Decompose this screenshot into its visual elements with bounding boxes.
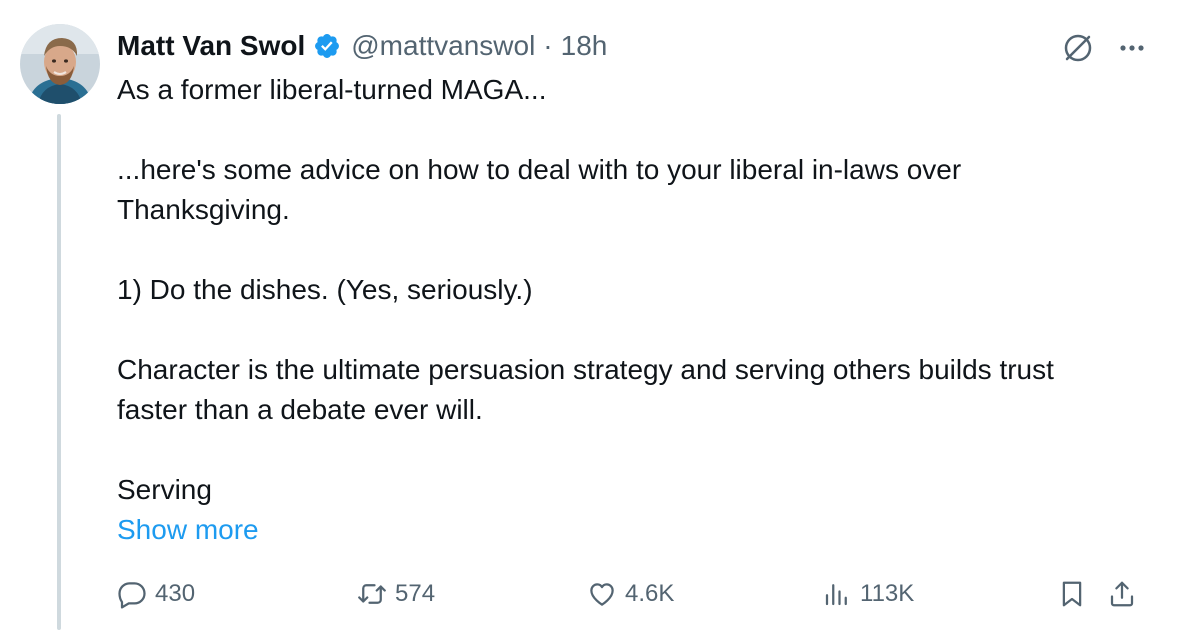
- heart-icon: [590, 583, 614, 606]
- grok-icon[interactable]: [1058, 28, 1098, 68]
- share-button[interactable]: [1107, 572, 1137, 616]
- repost-button[interactable]: 574: [357, 572, 435, 616]
- thread-connector-line: [57, 114, 61, 630]
- reply-icon: [118, 582, 146, 609]
- verified-badge-icon: [313, 32, 341, 60]
- author-name[interactable]: Matt Van Swol: [117, 30, 305, 62]
- action-bar: 430 574 4.6K 113K: [117, 572, 1157, 616]
- author-handle[interactable]: @mattvanswol: [351, 30, 535, 62]
- avatar-image: [20, 24, 100, 104]
- avatar[interactable]: [20, 24, 100, 104]
- views-button[interactable]: 113K: [822, 572, 914, 616]
- tweet-line: Character is the ultimate persuasion str…: [117, 354, 1054, 425]
- bookmark-button[interactable]: [1057, 572, 1087, 616]
- tweet-header: Matt Van Swol @mattvanswol · 18h: [117, 26, 607, 66]
- tweet-line: As a former liberal-turned MAGA...: [117, 74, 547, 105]
- like-count: 4.6K: [625, 580, 675, 607]
- views-count: 113K: [860, 580, 915, 607]
- timestamp[interactable]: 18h: [561, 30, 608, 62]
- show-more-link[interactable]: Show more: [117, 510, 1117, 550]
- repost-icon: [358, 584, 386, 604]
- tweet-line: Serving: [117, 474, 212, 505]
- repost-count: 574: [395, 580, 436, 607]
- tweet-text: As a former liberal-turned MAGA... ...he…: [117, 70, 1117, 550]
- like-button[interactable]: 4.6K: [587, 572, 674, 616]
- separator-dot: ·: [543, 30, 553, 61]
- reply-count: 430: [155, 580, 196, 607]
- tweet-line: ...here's some advice on how to deal wit…: [117, 154, 962, 225]
- share-icon: [1110, 581, 1134, 607]
- views-chart-icon: [825, 584, 847, 606]
- more-dots-icon[interactable]: [1112, 28, 1152, 68]
- reply-button[interactable]: 430: [117, 572, 195, 616]
- tweet-line: 1) Do the dishes. (Yes, seriously.): [117, 274, 533, 305]
- bookmark-icon: [1062, 581, 1082, 607]
